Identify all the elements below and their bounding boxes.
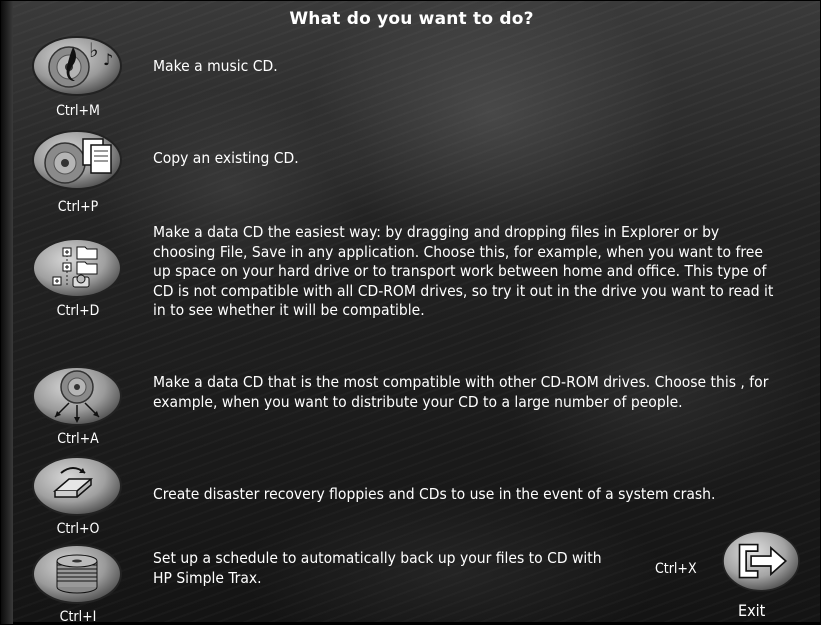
compatible-cd-button[interactable]: [31, 365, 123, 427]
exit-label: Exit: [738, 601, 766, 620]
disaster-recovery-shortcut: Ctrl+O: [56, 521, 100, 537]
exit-shortcut: Ctrl+X: [655, 561, 697, 577]
backup-schedule-icon: [32, 544, 122, 604]
svg-text:♭: ♭: [89, 38, 98, 62]
compatible-cd-description: Make a data CD that is the most compatib…: [153, 373, 769, 411]
compatible-cd-shortcut: Ctrl+A: [57, 431, 99, 447]
option-data-cd-easy[interactable]: Ctrl+D Make a data CD the easiest way: b…: [23, 223, 813, 335]
disaster-recovery-description: Create disaster recovery floppies and CD…: [153, 485, 716, 503]
option-backup-schedule[interactable]: Ctrl+I Set up a schedule to automaticall…: [23, 539, 813, 625]
option-copy-cd[interactable]: Ctrl+P Copy an existing CD.: [23, 127, 813, 217]
data-cd-easy-description: Make a data CD the easiest way: by dragg…: [153, 223, 774, 320]
music-cd-icon: ♭ ♪: [32, 36, 122, 96]
disaster-recovery-button[interactable]: [31, 455, 123, 517]
page-title: What do you want to do?: [289, 9, 534, 29]
music-cd-description: Make a music CD.: [153, 57, 278, 75]
left-border: [1, 1, 13, 624]
exit-arrow-icon: [722, 530, 800, 592]
data-cd-easy-shortcut: Ctrl+D: [56, 303, 100, 319]
copy-cd-description: Copy an existing CD.: [153, 149, 299, 167]
option-compatible-cd[interactable]: Ctrl+A Make a data CD that is the most c…: [23, 363, 813, 453]
svg-text:♪: ♪: [103, 50, 113, 69]
copy-cd-button[interactable]: [31, 129, 123, 191]
music-cd-button[interactable]: ♭ ♪: [31, 35, 123, 97]
data-cd-folders-icon: [32, 238, 122, 298]
copy-cd-shortcut: Ctrl+P: [57, 199, 99, 215]
copy-cd-icon: [32, 130, 122, 190]
disaster-recovery-icon: [32, 456, 122, 516]
compatible-cd-icon: [32, 366, 122, 426]
music-cd-shortcut: Ctrl+M: [56, 103, 100, 119]
option-disaster-recovery[interactable]: Ctrl+O Create disaster recovery floppies…: [23, 451, 813, 537]
option-music-cd[interactable]: ♭ ♪ Ctrl+M Make a music CD.: [23, 35, 813, 121]
backup-schedule-button[interactable]: [31, 543, 123, 605]
backup-schedule-description: Set up a schedule to automatically back …: [153, 549, 602, 587]
data-cd-easy-button[interactable]: [31, 237, 123, 299]
launcher-window: What do you want to do? ♭ ♪ Ctrl+M Make …: [0, 0, 821, 625]
